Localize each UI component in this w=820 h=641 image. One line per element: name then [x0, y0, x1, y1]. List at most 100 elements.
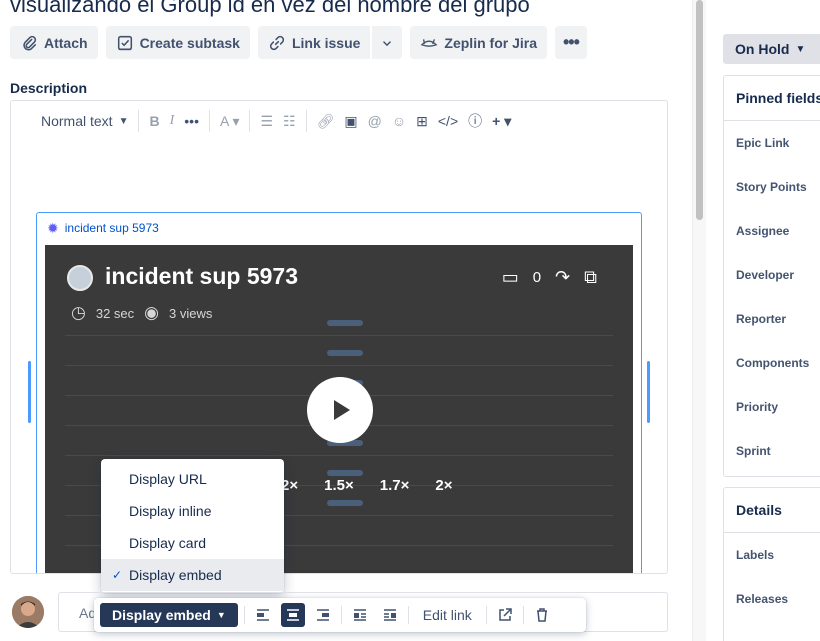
- italic-icon[interactable]: I: [170, 113, 175, 129]
- speed-option[interactable]: 1.5×: [324, 477, 354, 494]
- link-icon[interactable]: 🔗︎: [317, 113, 335, 130]
- text-style-dropdown[interactable]: Normal text ▼: [41, 113, 128, 129]
- chevron-down-icon: ▼: [118, 115, 129, 127]
- field-sprint: Sprint: [736, 444, 771, 458]
- info-icon[interactable]: ⓘ: [468, 111, 482, 131]
- edit-link-button[interactable]: Edit link: [415, 607, 480, 623]
- video-title: incident sup 5973: [105, 263, 299, 289]
- mention-icon[interactable]: @: [368, 113, 382, 129]
- video-meta: ◷ 32 sec ◉ 3 views: [71, 303, 212, 323]
- create-subtask-label: Create subtask: [139, 34, 240, 51]
- embed-link-title[interactable]: incident sup 5973: [65, 221, 159, 235]
- details-title[interactable]: Details: [724, 488, 820, 533]
- option-label: Display inline: [129, 503, 212, 519]
- user-avatar: [12, 596, 44, 628]
- field-releases: Releases: [736, 592, 789, 606]
- numbered-list-icon[interactable]: ☷: [283, 113, 296, 130]
- divider: [138, 110, 140, 132]
- emoji-icon[interactable]: ☺: [392, 113, 406, 129]
- resize-handle-left[interactable]: [28, 361, 31, 423]
- text-color-icon[interactable]: A ▾: [220, 113, 239, 130]
- option-label: Display URL: [129, 471, 207, 487]
- resize-handle-right[interactable]: [647, 361, 650, 423]
- display-mode-menu: Display URL Display inline Display card …: [101, 459, 284, 593]
- share-icon[interactable]: ↷: [555, 267, 570, 288]
- issue-action-toolbar: Attach Create subtask Link issue Zeplin …: [10, 26, 587, 59]
- eye-icon: ◉: [144, 303, 159, 322]
- create-subtask-button[interactable]: Create subtask: [105, 26, 250, 59]
- display-inline-option[interactable]: Display inline: [101, 495, 284, 527]
- chevron-down-icon: ▼: [795, 43, 806, 55]
- link-issue-button[interactable]: Link issue: [257, 26, 371, 59]
- open-link-icon[interactable]: [493, 603, 517, 627]
- text-style-label: Normal text: [41, 113, 113, 129]
- chevron-down-icon: [383, 40, 392, 46]
- embed-header: ✹ incident sup 5973: [37, 213, 641, 243]
- attach-button[interactable]: Attach: [10, 26, 98, 59]
- wrap-left-icon[interactable]: [348, 603, 372, 627]
- issue-title[interactable]: visualizando el Group id en vez del nomb…: [10, 0, 530, 18]
- link-issue-label: Link issue: [291, 34, 361, 51]
- bold-icon[interactable]: B: [149, 113, 159, 129]
- video-author-avatar: [67, 265, 93, 291]
- chevron-down-icon: ▼: [216, 610, 226, 620]
- option-label: Display card: [129, 535, 207, 551]
- main-scrollbar-thumb[interactable]: [696, 0, 703, 220]
- divider: [407, 606, 409, 624]
- more-formatting-icon[interactable]: •••: [184, 113, 199, 129]
- insert-plus-icon[interactable]: + ▾: [492, 113, 511, 130]
- clock-icon: ◷: [71, 303, 86, 322]
- play-icon: [334, 400, 350, 420]
- more-actions-button[interactable]: •••: [555, 26, 587, 59]
- editor-toolbar: Normal text ▼ B I ••• A ▾ ☰ ☷ 🔗︎ ▣ @ ☺ ⊞…: [11, 101, 667, 141]
- pinned-fields-title[interactable]: Pinned fields: [724, 76, 820, 121]
- speed-options: 2× 1.5× 1.7× 2×: [281, 477, 452, 494]
- delete-icon[interactable]: [530, 603, 554, 627]
- divider: [305, 110, 307, 132]
- align-center-icon[interactable]: [280, 603, 305, 627]
- more-icon: •••: [563, 32, 580, 52]
- align-left-icon[interactable]: [251, 603, 275, 627]
- speed-option[interactable]: 2×: [435, 477, 452, 494]
- video-views: 3 views: [169, 305, 213, 321]
- description-label: Description: [10, 80, 88, 96]
- link-issue-split: Link issue: [257, 26, 403, 59]
- align-right-icon[interactable]: [311, 603, 335, 627]
- table-icon[interactable]: ⊞: [416, 113, 428, 130]
- loom-icon: ✹: [47, 219, 59, 236]
- display-embed-option[interactable]: ✓ Display embed: [101, 559, 284, 591]
- bullet-list-icon[interactable]: ☰: [260, 113, 273, 130]
- link-issue-dropdown-button[interactable]: [372, 26, 403, 59]
- field-components: Components: [736, 356, 810, 370]
- pinned-fields-panel: Pinned fields Epic Link Story Points Ass…: [723, 75, 820, 477]
- attach-label: Attach: [44, 34, 88, 51]
- field-labels: Labels: [736, 548, 775, 562]
- code-icon[interactable]: </>: [438, 113, 458, 129]
- image-icon[interactable]: ▣: [344, 113, 357, 130]
- display-url-option[interactable]: Display URL: [101, 463, 284, 495]
- divider: [209, 110, 210, 132]
- status-dropdown[interactable]: On Hold ▼: [723, 34, 820, 64]
- external-link-icon[interactable]: ⧉: [584, 267, 597, 288]
- video-actions: ▭ 0 ↷ ⧉: [502, 267, 597, 288]
- speed-option[interactable]: 1.7×: [380, 477, 410, 494]
- divider: [340, 606, 342, 624]
- zeplin-icon: [421, 38, 438, 47]
- display-mode-label: Display embed: [112, 607, 211, 623]
- field-assignee: Assignee: [736, 224, 790, 238]
- display-card-option[interactable]: Display card: [101, 527, 284, 559]
- display-mode-button[interactable]: Display embed ▼: [100, 603, 238, 627]
- play-button[interactable]: [307, 377, 373, 443]
- field-priority: Priority: [736, 400, 779, 414]
- comment-icon[interactable]: ▭: [502, 267, 519, 288]
- option-label: Display embed: [129, 567, 222, 583]
- divider: [522, 606, 524, 624]
- wrap-right-icon[interactable]: [378, 603, 402, 627]
- checkmark-icon: ✓: [112, 568, 123, 582]
- embed-floating-toolbar: Display embed ▼ Edit link: [94, 598, 586, 632]
- field-epic-link: Epic Link: [736, 136, 790, 150]
- zeplin-button[interactable]: Zeplin for Jira: [410, 26, 547, 59]
- divider: [485, 606, 487, 624]
- zeplin-label: Zeplin for Jira: [444, 34, 537, 51]
- divider: [243, 606, 245, 624]
